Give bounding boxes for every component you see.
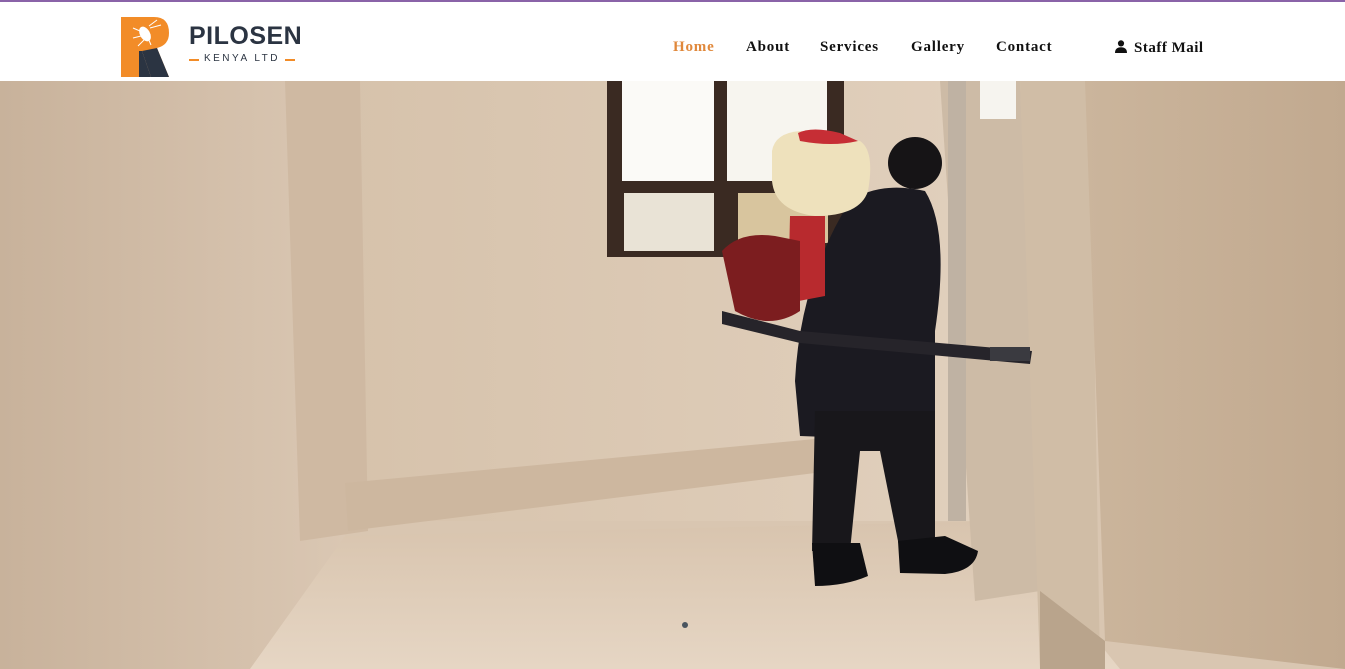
hero-image <box>0 81 1345 669</box>
site-header: PILOSEN KENYA LTD Home About Services Ga… <box>0 2 1345 81</box>
nav-contact-link[interactable]: Contact <box>996 38 1052 56</box>
slider-dot[interactable] <box>682 622 688 628</box>
nav-home-link[interactable]: Home <box>673 38 715 56</box>
brand-name: PILOSEN <box>189 22 303 50</box>
hero-slider <box>0 81 1345 669</box>
user-icon <box>1115 40 1127 53</box>
nav-about-link[interactable]: About <box>746 38 790 56</box>
nav-gallery-link[interactable]: Gallery <box>911 38 965 56</box>
cockroach-logo-icon <box>121 17 169 77</box>
brand-logo-link[interactable]: PILOSEN KENYA LTD <box>121 17 303 79</box>
brand-tagline: KENYA LTD <box>189 53 295 65</box>
nav-services-link[interactable]: Services <box>820 38 879 56</box>
staff-mail-label: Staff Mail <box>1134 40 1204 56</box>
